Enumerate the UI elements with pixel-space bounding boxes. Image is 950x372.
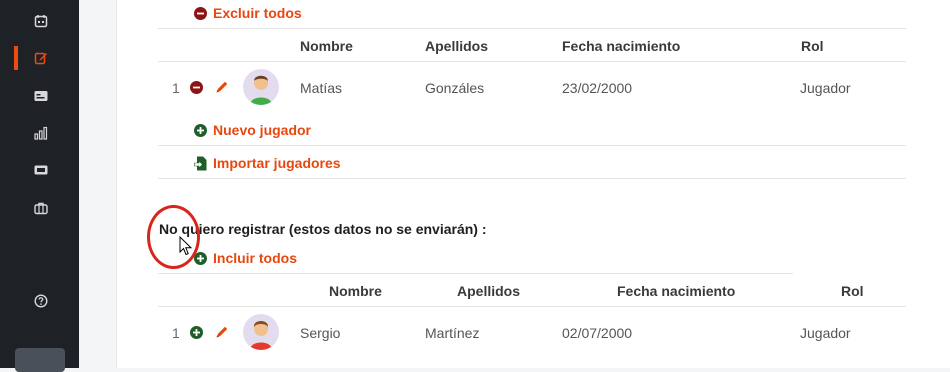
cell-rol: Jugador	[800, 325, 851, 341]
column-header-fecha: Fecha nacimiento	[562, 38, 681, 54]
include-all-label: Incluir todos	[213, 250, 297, 266]
bar-chart-icon	[34, 126, 48, 140]
avatar	[243, 69, 279, 105]
sidebar-item-help[interactable]	[28, 289, 54, 313]
column-header-rol: Rol	[841, 283, 864, 299]
row-number: 1	[172, 325, 180, 341]
page-gutter	[79, 0, 116, 368]
column-header-fecha: Fecha nacimiento	[617, 283, 736, 299]
cell-apellidos: Martínez	[425, 325, 480, 341]
new-player-label: Nuevo jugador	[213, 122, 312, 138]
calendar-icon	[34, 15, 48, 28]
cell-rol: Jugador	[800, 80, 851, 96]
pencil-icon[interactable]	[215, 325, 229, 339]
column-header-nombre: Nombre	[300, 38, 353, 54]
sidebar-active-indicator	[14, 46, 18, 70]
remove-circle-icon	[194, 6, 207, 20]
import-file-icon	[194, 156, 207, 170]
main-content	[116, 0, 950, 368]
cell-fecha: 23/02/2000	[562, 80, 633, 96]
briefcase-icon	[34, 202, 48, 215]
divider	[158, 273, 793, 274]
include-all-button[interactable]: Incluir todos	[194, 250, 297, 266]
import-players-button[interactable]: Importar jugadores	[194, 155, 341, 171]
sidebar-item-edit[interactable]	[28, 46, 54, 70]
sidebar-item-id-card[interactable]	[28, 84, 54, 108]
help-icon	[34, 294, 48, 308]
column-header-nombre: Nombre	[329, 283, 382, 299]
divider	[158, 28, 906, 29]
new-player-button[interactable]: Nuevo jugador	[194, 122, 311, 138]
row-number: 1	[172, 80, 180, 96]
divider	[158, 178, 906, 179]
column-header-apellidos: Apellidos	[457, 283, 521, 299]
pencil-icon[interactable]	[215, 80, 229, 94]
divider	[158, 306, 906, 307]
remove-all-button[interactable]: Excluir todos	[194, 5, 302, 21]
cell-apellidos: Gonzáles	[425, 80, 485, 96]
cell-fecha: 02/07/2000	[562, 325, 633, 341]
id-card-icon	[34, 91, 48, 101]
cell-nombre: Matías	[300, 80, 343, 96]
add-circle-icon	[194, 123, 207, 137]
sidebar-item-stats[interactable]	[28, 121, 54, 145]
avatar	[243, 314, 279, 350]
not-register-note: No quiero registrar (estos datos no se e…	[159, 221, 487, 237]
column-header-apellidos: Apellidos	[425, 38, 489, 54]
sidebar-item-briefcase[interactable]	[28, 196, 54, 220]
edit-icon	[34, 52, 47, 65]
sidebar-item-calendar[interactable]	[28, 9, 54, 33]
sidebar	[0, 0, 79, 372]
sidebar-item-ticket[interactable]	[28, 158, 54, 182]
divider	[158, 145, 906, 146]
import-players-label: Importar jugadores	[213, 155, 341, 171]
add-player-icon[interactable]	[190, 326, 203, 339]
divider	[158, 61, 906, 62]
sidebar-bottom-button[interactable]	[15, 348, 65, 372]
column-header-rol: Rol	[801, 38, 824, 54]
cell-nombre: Sergio	[300, 325, 341, 341]
mouse-cursor-icon	[179, 236, 193, 256]
ticket-icon	[34, 165, 48, 175]
remove-all-label: Excluir todos	[213, 5, 302, 21]
remove-player-icon[interactable]	[190, 81, 203, 94]
